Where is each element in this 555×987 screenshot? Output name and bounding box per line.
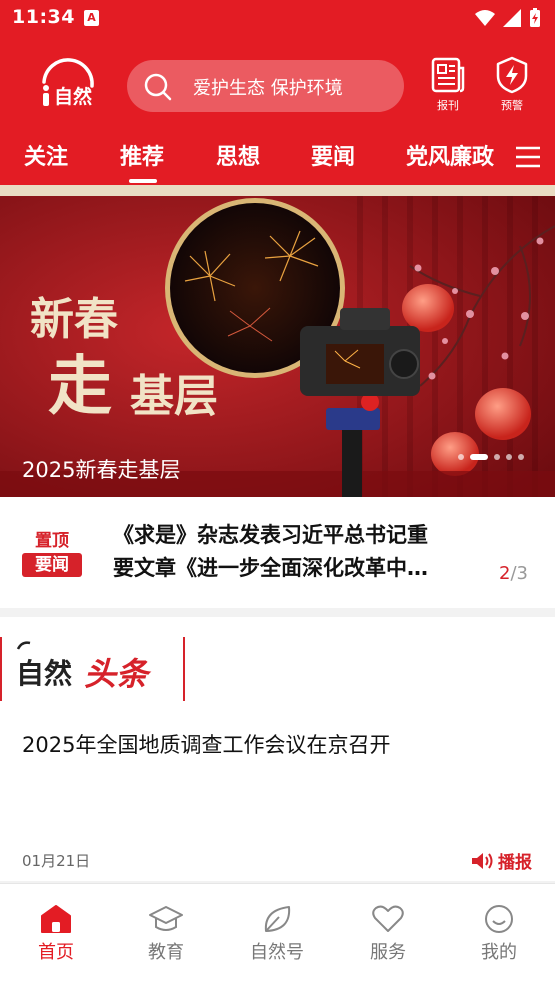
tab-dangfeng[interactable]: 党风廉政 xyxy=(406,139,501,171)
pinned-news[interactable]: 置顶 要闻 《求是》杂志发表习近平总书记重 要文章《进一步全面深化改革中… 2/… xyxy=(0,497,555,608)
battery-icon xyxy=(530,8,540,27)
baokan-label: 报刊 xyxy=(437,99,459,112)
headline-card[interactable]: 自然 头条 2025年全国地质调查工作会议在京召开 01月21日 播报 xyxy=(0,617,555,881)
status-icons xyxy=(475,8,541,28)
search-icon xyxy=(144,73,172,101)
banner-art-text-3: 基层 xyxy=(130,371,218,422)
status-time: 11:34 xyxy=(12,6,75,28)
bottom-nav: 首页 教育 自然号 服务 我的 xyxy=(0,883,555,987)
app-logo[interactable]: 自然 xyxy=(26,48,102,108)
carousel-dots xyxy=(458,454,524,460)
carousel-dot-active xyxy=(470,454,488,460)
pinned-pager: 2/3 xyxy=(499,563,528,584)
baokan-button[interactable]: 报刊 xyxy=(423,56,473,113)
banner-art-text-2: 走 xyxy=(48,349,112,424)
speaker-icon xyxy=(472,852,493,869)
nav-mine[interactable]: 我的 xyxy=(459,904,539,964)
app-header: 自然 爱护生态 保护环境 报刊 预警 xyxy=(0,38,555,133)
nav-service-label: 服务 xyxy=(370,942,406,963)
tab-yaowen[interactable]: 要闻 xyxy=(311,139,355,171)
yujing-button[interactable]: 预警 xyxy=(487,56,537,113)
search-bar[interactable]: 爱护生态 保护环境 xyxy=(127,60,404,112)
tab-tuijian[interactable]: 推荐 xyxy=(120,139,164,171)
tab-menu-icon[interactable] xyxy=(514,143,542,171)
banner-image: 新春 走 基层 xyxy=(0,196,555,497)
carousel-dot xyxy=(494,454,500,460)
banner-art-text-1: 新春 xyxy=(30,294,118,345)
search-placeholder: 爱护生态 保护环境 xyxy=(193,78,343,99)
broadcast-label: 播报 xyxy=(498,853,532,873)
alert-shield-icon xyxy=(496,56,528,94)
pinned-title[interactable]: 《求是》杂志发表习近平总书记重 要文章《进一步全面深化改革中… xyxy=(113,519,488,585)
graduation-cap-icon xyxy=(149,906,183,931)
nav-ziranhao[interactable]: 自然号 xyxy=(237,904,317,964)
banner-carousel[interactable]: 新春 走 基层 2025新春走基层 xyxy=(0,196,555,497)
nav-home[interactable]: 首页 xyxy=(16,904,96,964)
nav-home-label: 首页 xyxy=(38,942,74,963)
banner-caption: 2025新春走基层 xyxy=(22,458,181,482)
tab-guanzhu[interactable]: 关注 xyxy=(24,139,68,171)
carousel-dot xyxy=(506,454,512,460)
nav-ziranhao-label: 自然号 xyxy=(250,942,304,963)
logo-text-2: 头条 xyxy=(84,655,152,693)
yujing-label: 预警 xyxy=(501,99,523,112)
smiley-icon xyxy=(485,905,513,933)
headline-title[interactable]: 2025年全国地质调查工作会议在京召开 xyxy=(22,729,390,759)
nav-education-label: 教育 xyxy=(148,942,184,963)
carousel-dot xyxy=(518,454,524,460)
header-divider xyxy=(0,185,555,196)
category-tabs: 关注 推荐 思想 要闻 党风廉政 xyxy=(0,133,555,185)
pager-current: 2 xyxy=(499,563,511,584)
nav-education[interactable]: 教育 xyxy=(126,904,206,964)
leaf-icon xyxy=(264,906,291,932)
pinned-title-line2: 要文章《进一步全面深化改革中… xyxy=(113,556,428,580)
notification-badge: A xyxy=(84,10,99,26)
nav-mine-label: 我的 xyxy=(481,942,517,963)
headline-date: 01月21日 xyxy=(22,852,91,870)
ziran-toutiao-logo: 自然 头条 xyxy=(0,637,185,701)
wifi-icon xyxy=(475,10,495,26)
heart-icon xyxy=(372,905,404,932)
carousel-dot xyxy=(458,454,464,460)
newspaper-icon xyxy=(431,57,465,93)
nav-service[interactable]: 服务 xyxy=(348,904,428,964)
pager-total: /3 xyxy=(510,563,528,584)
pinned-badge: 置顶 要闻 xyxy=(22,530,82,577)
pinned-badge-top: 置顶 xyxy=(35,531,69,551)
broadcast-button[interactable]: 播报 xyxy=(470,848,532,873)
home-icon xyxy=(41,905,71,933)
svg-text:自然: 自然 xyxy=(54,85,92,108)
tab-sixiang[interactable]: 思想 xyxy=(216,139,260,171)
signal-icon xyxy=(503,9,521,27)
logo-text-1: 自然 xyxy=(16,657,72,690)
pinned-badge-bottom: 要闻 xyxy=(22,553,82,577)
status-bar: 11:34 A xyxy=(0,0,555,38)
pinned-title-line1: 《求是》杂志发表习近平总书记重 xyxy=(113,523,428,547)
active-tab-indicator xyxy=(129,179,157,183)
